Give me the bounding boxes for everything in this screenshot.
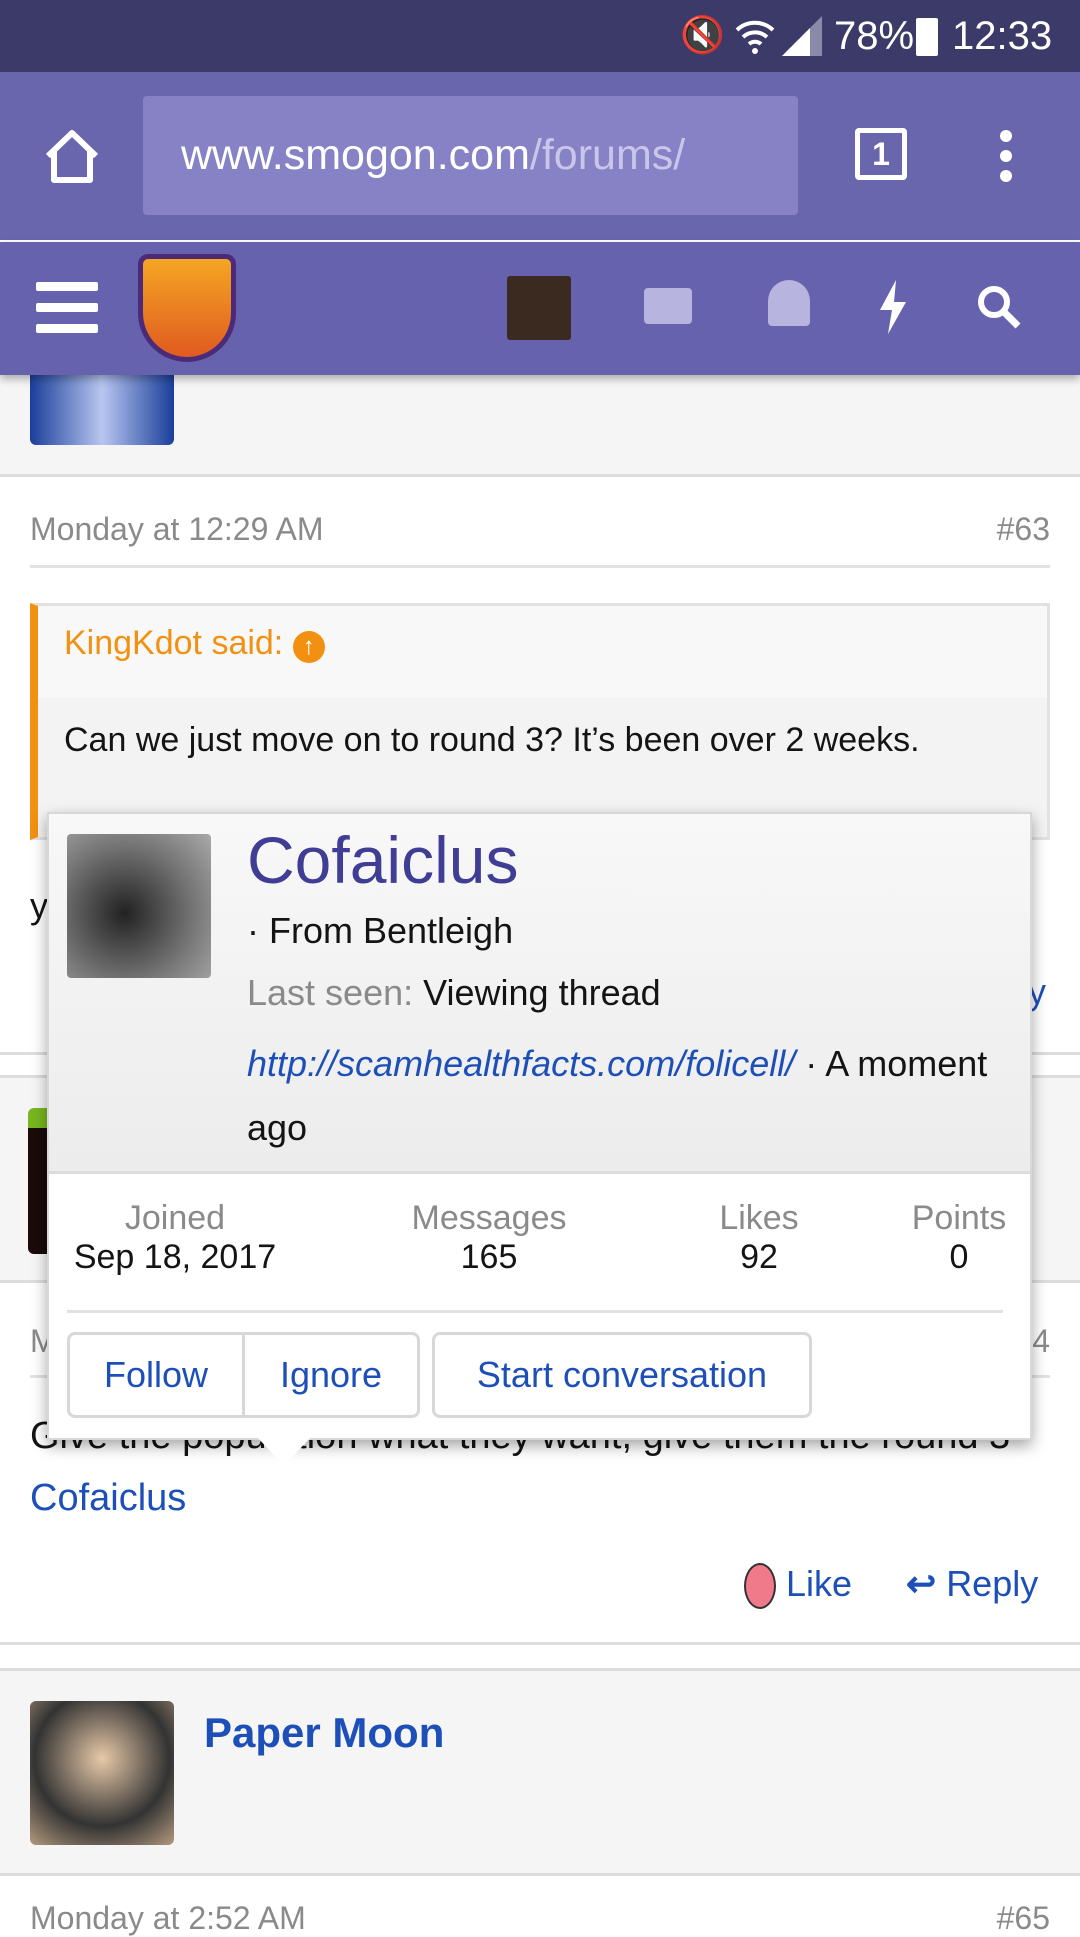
avatar[interactable] — [30, 1701, 174, 1845]
tab-count: 1 — [872, 136, 890, 172]
status-bar: 🔇 78% 12:33 — [0, 0, 1080, 72]
user-avatar[interactable] — [507, 276, 571, 340]
member-name[interactable]: Cofaiclus — [247, 822, 518, 898]
forum-nav — [0, 242, 1080, 375]
stat-value: Sep 18, 2017 — [73, 1238, 277, 1276]
ignore-button[interactable]: Ignore — [242, 1332, 420, 1418]
url-bar[interactable]: www.smogon.com/forums/ — [143, 96, 798, 215]
post-number[interactable]: #63 — [997, 511, 1050, 548]
post-number[interactable]: #65 — [997, 1900, 1050, 1937]
post-user-block: Paper Moon — [0, 1668, 1080, 1876]
search-icon[interactable] — [976, 284, 1022, 330]
reply-button[interactable]: ↩ Reply — [906, 1563, 1038, 1605]
tooltip-arrow — [258, 1438, 310, 1466]
member-avatar[interactable] — [67, 834, 211, 978]
post-author[interactable]: Paper Moon — [204, 1709, 444, 1757]
menu-icon[interactable] — [36, 282, 98, 333]
lightning-icon[interactable] — [878, 280, 908, 334]
last-seen-activity: http://scamhealthfacts.com/folicell/ · A… — [247, 1032, 1007, 1160]
stat-points[interactable]: Points 0 — [899, 1199, 1019, 1277]
stat-likes: Likes 92 — [689, 1199, 829, 1277]
member-tooltip-header: Cofaiclus · From Bentleigh Last seen: Vi… — [49, 814, 1030, 1174]
signal-icon — [782, 16, 822, 56]
battery-icon — [916, 18, 938, 56]
stat-label: Likes — [719, 1199, 799, 1237]
post-user-block — [0, 375, 1080, 477]
arrow-up-circle-icon[interactable]: ↑ — [292, 631, 325, 663]
wifi-icon — [735, 20, 775, 54]
mail-icon[interactable] — [644, 288, 692, 324]
quote-header: KingKdot said: ↑ — [38, 606, 1047, 698]
like-button[interactable]: Like — [744, 1563, 853, 1610]
stat-label: Points — [911, 1199, 1007, 1237]
bell-icon[interactable] — [768, 280, 810, 326]
stat-messages[interactable]: Messages 165 — [389, 1199, 589, 1277]
divider — [67, 1310, 1003, 1313]
stat-joined: Joined Sep 18, 2017 — [65, 1199, 285, 1277]
post-body: y — [30, 885, 48, 926]
last-seen-label: Last seen: — [247, 972, 414, 1013]
divider — [30, 565, 1050, 568]
reply-label: Reply — [946, 1563, 1039, 1604]
mute-icon: 🔇 — [680, 14, 725, 55]
last-seen-value: Viewing thread — [423, 972, 661, 1013]
clock: 12:33 — [952, 14, 1053, 58]
heart-icon — [744, 1563, 776, 1610]
tabs-icon[interactable]: 1 — [855, 128, 907, 180]
start-conversation-button[interactable]: Start conversation — [432, 1332, 812, 1418]
avatar[interactable] — [30, 375, 174, 445]
browser-toolbar: www.smogon.com/forums/ 1 — [0, 72, 1080, 240]
member-location: · From Bentleigh — [247, 910, 514, 951]
follow-button[interactable]: Follow — [67, 1332, 245, 1418]
url-path: /forums/ — [529, 131, 686, 179]
more-icon[interactable] — [1000, 130, 1012, 182]
url-host: www.smogon.com — [181, 131, 530, 179]
stat-label: Messages — [411, 1199, 567, 1237]
last-seen: Last seen: Viewing thread — [247, 972, 661, 1014]
quote-block: KingKdot said: ↑ Can we just move on to … — [30, 603, 1050, 840]
user-mention-link[interactable]: Cofaiclus — [30, 1477, 186, 1519]
quote-author[interactable]: KingKdot said: — [64, 624, 283, 662]
smogon-logo[interactable] — [138, 254, 236, 362]
activity-link[interactable]: http://scamhealthfacts.com/folicell/ — [247, 1043, 795, 1084]
stat-label: Joined — [124, 1199, 226, 1237]
member-tooltip: Cofaiclus · From Bentleigh Last seen: Vi… — [47, 812, 1032, 1440]
post-date[interactable]: Monday at 12:29 AM — [30, 511, 324, 548]
stat-value: 0 — [949, 1238, 969, 1276]
reply-arrow-icon: ↩ — [906, 1563, 937, 1604]
home-icon[interactable] — [42, 128, 102, 184]
post-date[interactable]: Monday at 2:52 AM — [30, 1900, 306, 1937]
stat-value: 92 — [740, 1238, 778, 1276]
post-number[interactable]: 4 — [1032, 1323, 1050, 1360]
stat-value: 165 — [460, 1238, 518, 1276]
battery-level: 78% — [834, 14, 915, 58]
like-label: Like — [786, 1563, 853, 1604]
